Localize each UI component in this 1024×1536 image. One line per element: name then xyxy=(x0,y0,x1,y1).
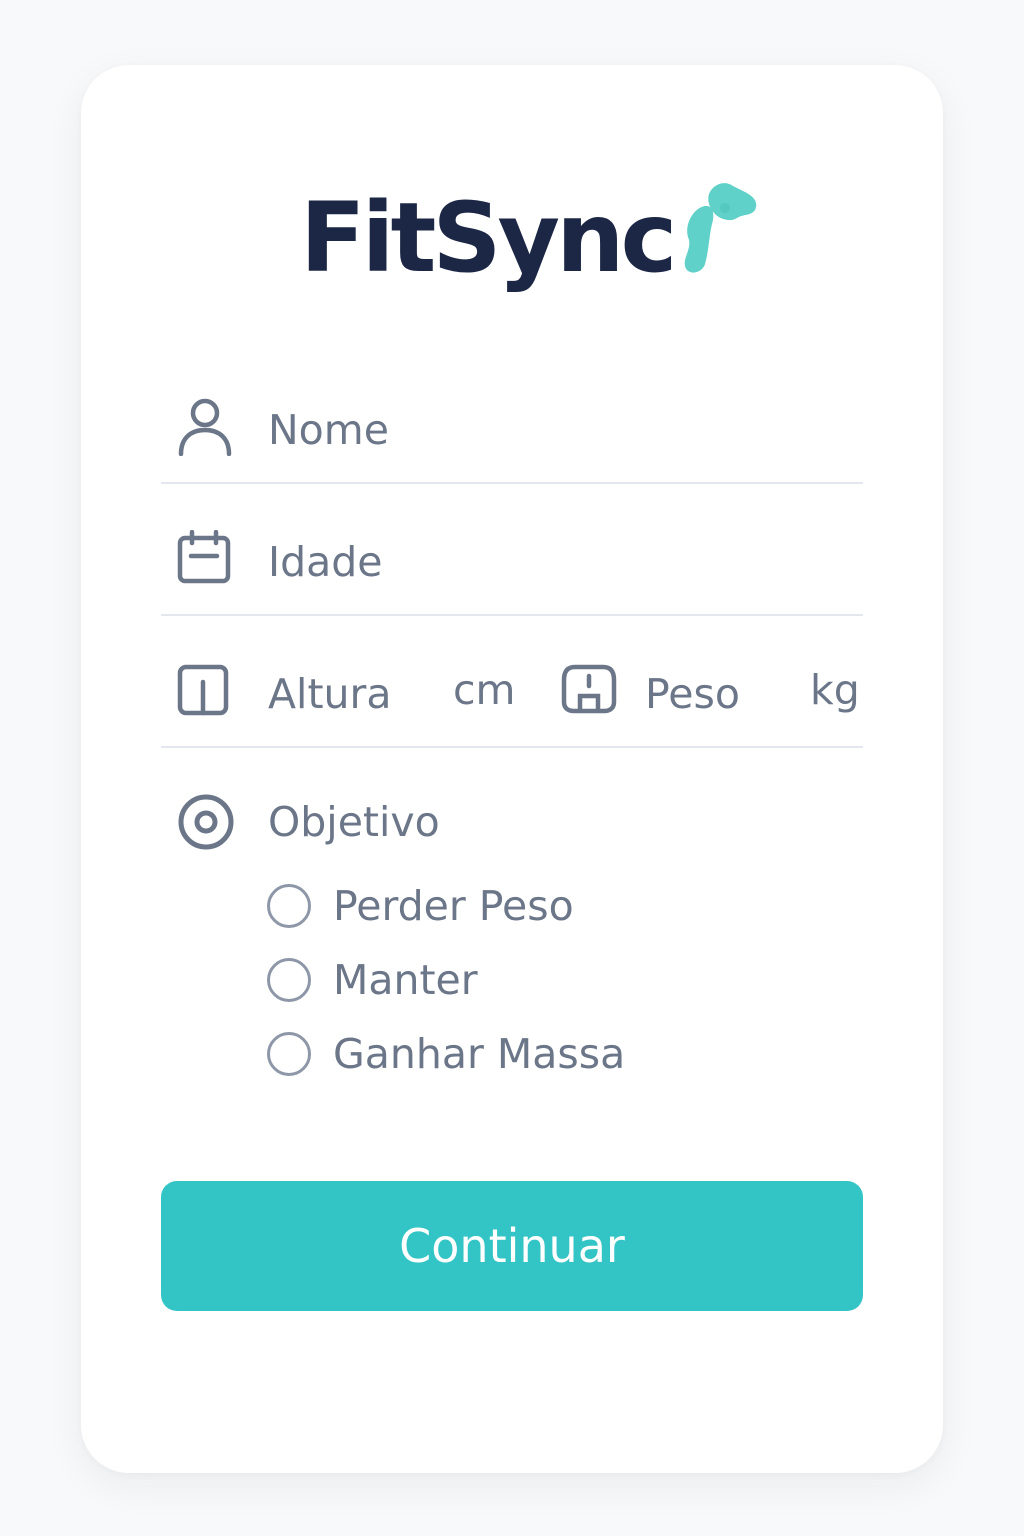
option-label: Perder Peso xyxy=(333,881,574,930)
height-unit: cm xyxy=(453,666,516,714)
radio-button[interactable] xyxy=(267,958,311,1002)
footprint-icon xyxy=(685,183,757,273)
age-input[interactable] xyxy=(268,538,828,586)
weight-input[interactable] xyxy=(645,670,785,718)
scale-icon xyxy=(561,664,617,714)
radio-button[interactable] xyxy=(267,1032,311,1076)
name-field-row xyxy=(161,352,863,484)
objective-label: Objetivo xyxy=(268,798,440,846)
option-manter[interactable]: Manter xyxy=(267,957,478,1003)
option-label: Ganhar Massa xyxy=(333,1029,626,1078)
calendar-icon xyxy=(177,530,231,584)
brand-name: FitSync xyxy=(300,182,677,294)
option-perder-peso[interactable]: Perder Peso xyxy=(267,883,574,929)
user-icon xyxy=(178,398,232,456)
radio-button[interactable] xyxy=(267,884,311,928)
option-label: Manter xyxy=(333,955,478,1004)
weight-unit: kg xyxy=(810,666,860,714)
option-ganhar-massa[interactable]: Ganhar Massa xyxy=(267,1031,625,1077)
age-field-row xyxy=(161,484,863,616)
brand-logo: FitSync xyxy=(300,172,759,302)
height-weight-row: cm kg xyxy=(161,616,863,748)
height-icon xyxy=(177,664,229,716)
continue-button[interactable]: Continuar xyxy=(161,1181,863,1311)
target-icon xyxy=(178,794,234,850)
height-input[interactable] xyxy=(268,670,438,718)
name-input[interactable] xyxy=(268,406,828,454)
